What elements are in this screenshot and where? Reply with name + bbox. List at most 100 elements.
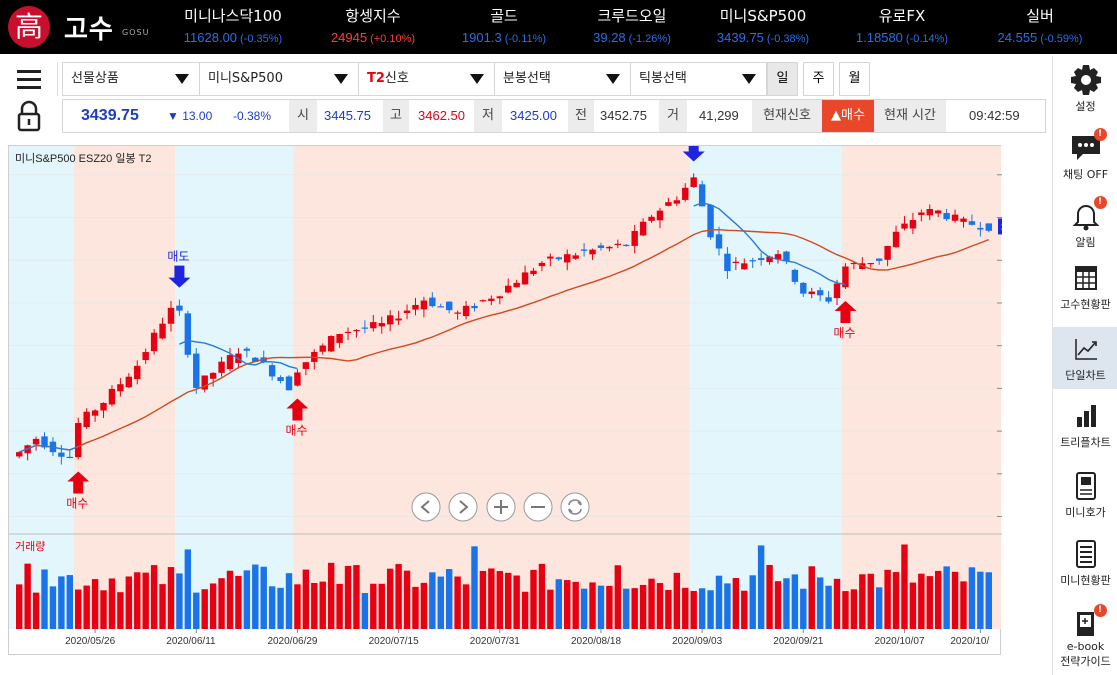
volume-bar (100, 590, 107, 629)
sidebar-label: 단일차트 (1065, 369, 1106, 382)
volume-bar (530, 569, 537, 629)
brand-seal: 高 (8, 6, 50, 48)
volume-bar (353, 565, 360, 629)
table-icon (1069, 262, 1103, 294)
candlestick-chart[interactable]: 매수매도매수매수 3581,113464,113347,113230,11311… (9, 139, 1044, 656)
sidebar-item-triple-chart[interactable]: 트리플차트 (1053, 400, 1117, 458)
candle-body (901, 223, 908, 229)
ticker-value: 11628.00 (183, 30, 238, 45)
candle-body (960, 218, 967, 222)
sidebar-item-settings[interactable]: 설정 (1053, 64, 1117, 122)
ticker-item[interactable]: 미니S&P500 3439.75 (-0.38%) (688, 5, 838, 46)
line-chart-icon (1069, 333, 1103, 365)
candle-body (100, 402, 107, 411)
price-chart-panel[interactable]: 매수매도매수매수 3581,113464,113347,113230,11311… (8, 139, 1044, 656)
scroll-right-button[interactable] (448, 492, 478, 522)
volume-bar (715, 575, 723, 629)
volume-bar (825, 585, 832, 629)
volume-label: 거 (659, 100, 687, 132)
candle-body (386, 315, 394, 325)
candle-body (580, 249, 588, 251)
current-signal-badge: ▲매수 (822, 100, 874, 132)
sidebar-item-mini-board[interactable]: 미니현황판 (1053, 538, 1117, 596)
signal-select[interactable]: T2신호 (358, 62, 495, 96)
candle-body (648, 216, 655, 221)
volume-bar (167, 567, 175, 629)
candle-body (445, 301, 453, 311)
ticker-value: 24.555 (997, 30, 1038, 45)
current-time: 09:42:59 (969, 108, 1020, 123)
ticker-value: 24945 (330, 30, 368, 45)
zoom-out-button[interactable] (523, 492, 553, 522)
sidebar-item-mini-orderbook[interactable]: 미니호가 (1053, 470, 1117, 528)
sidebar-item-gosu-board[interactable]: 고수현황판 (1053, 262, 1117, 320)
orderbook-icon (1069, 470, 1103, 502)
ticker-item[interactable]: 미니나스닥100 11628.00 (-0.35%) (158, 5, 308, 46)
chart-title: 미니S&P500 ESZ20 일봉 T2 (15, 151, 151, 165)
ticker-item[interactable]: 유로FX 1.18580 (-0.14%) (827, 5, 977, 46)
candle-body (429, 297, 436, 307)
buy-signal-label: 매수 (833, 326, 855, 340)
candle-body (277, 377, 284, 381)
candle-body (462, 305, 470, 317)
volume-bar (623, 588, 630, 629)
volume-bar (361, 592, 369, 629)
ticker-item[interactable]: 항셍지수 24945 (+0.10%) (298, 5, 448, 46)
period-month-button[interactable]: 월 (839, 62, 870, 96)
candle-body (589, 249, 596, 255)
sidebar-item-ebook[interactable]: ! e-book 전략가이드 (1053, 604, 1117, 674)
candle-body (741, 263, 748, 270)
candle-body (302, 362, 310, 369)
volume-bar (665, 589, 672, 629)
ticker-bar: 高 고수 GOSU 미니나스닥100 11628.00 (-0.35%) 항셍지수… (0, 0, 1117, 54)
candle-body (496, 296, 503, 299)
volume-bar (445, 569, 453, 629)
volume-bar (58, 576, 65, 629)
volume-bar (193, 592, 200, 629)
x-tick-label: 2020/06/29 (267, 636, 317, 647)
candle-body (83, 411, 90, 428)
lock-button[interactable] (0, 98, 58, 134)
candle-body (319, 345, 326, 352)
candle-body (547, 256, 554, 259)
volume-bar (749, 575, 756, 629)
ticker-value: 39.28 (593, 30, 626, 45)
sidebar-item-alerts[interactable]: ! 알림 (1053, 196, 1117, 258)
candle-body (336, 333, 343, 343)
volume-bar (875, 587, 883, 629)
brand-name: 고수 (64, 15, 114, 45)
minute-bar-select[interactable]: 분봉선택 (494, 62, 631, 96)
current-signal-label: 현재신호 (752, 100, 822, 132)
ticker-name: 항셍지수 (345, 7, 401, 25)
reset-chart-button[interactable] (560, 492, 590, 522)
ticker-item[interactable]: 실버 24.555 (-0.59%) (965, 5, 1115, 46)
candle-body (875, 258, 883, 261)
candle-body (108, 388, 116, 405)
hamburger-menu-button[interactable] (0, 62, 58, 96)
price-change: ▼ 13.00 (167, 109, 213, 123)
product-select[interactable]: 선물상품 (62, 62, 200, 96)
dropdown-arrow-icon (606, 74, 620, 84)
volume-bar (580, 588, 588, 629)
period-week-button[interactable]: 주 (803, 62, 834, 96)
bell-icon: ! (1069, 196, 1107, 232)
candle-body (656, 210, 664, 221)
sidebar-item-single-chart[interactable]: 단일차트 (1053, 327, 1117, 389)
sidebar-item-chat[interactable]: ! 채팅 OFF (1053, 128, 1117, 190)
tick-bar-select[interactable]: 틱봉선택 (630, 62, 767, 96)
volume-bar (766, 564, 773, 629)
candle-body (58, 452, 65, 457)
brand-logo[interactable]: 高 고수 GOSU (8, 6, 158, 48)
ticker-name: 실버 (1026, 7, 1054, 25)
volume-bar (783, 578, 790, 629)
candle-body (833, 283, 841, 299)
volume-bar (757, 545, 765, 629)
scroll-left-button[interactable] (411, 492, 441, 522)
volume-bar (479, 570, 487, 629)
ticker-item[interactable]: 크루드오일 39.28 (-1.26%) (557, 5, 707, 46)
sidebar-label: 알림 (1075, 236, 1096, 249)
candle-body (926, 209, 933, 216)
symbol-select[interactable]: 미니S&P500 (199, 62, 359, 96)
period-day-button[interactable]: 일 (767, 62, 798, 96)
zoom-in-button[interactable] (486, 492, 516, 522)
